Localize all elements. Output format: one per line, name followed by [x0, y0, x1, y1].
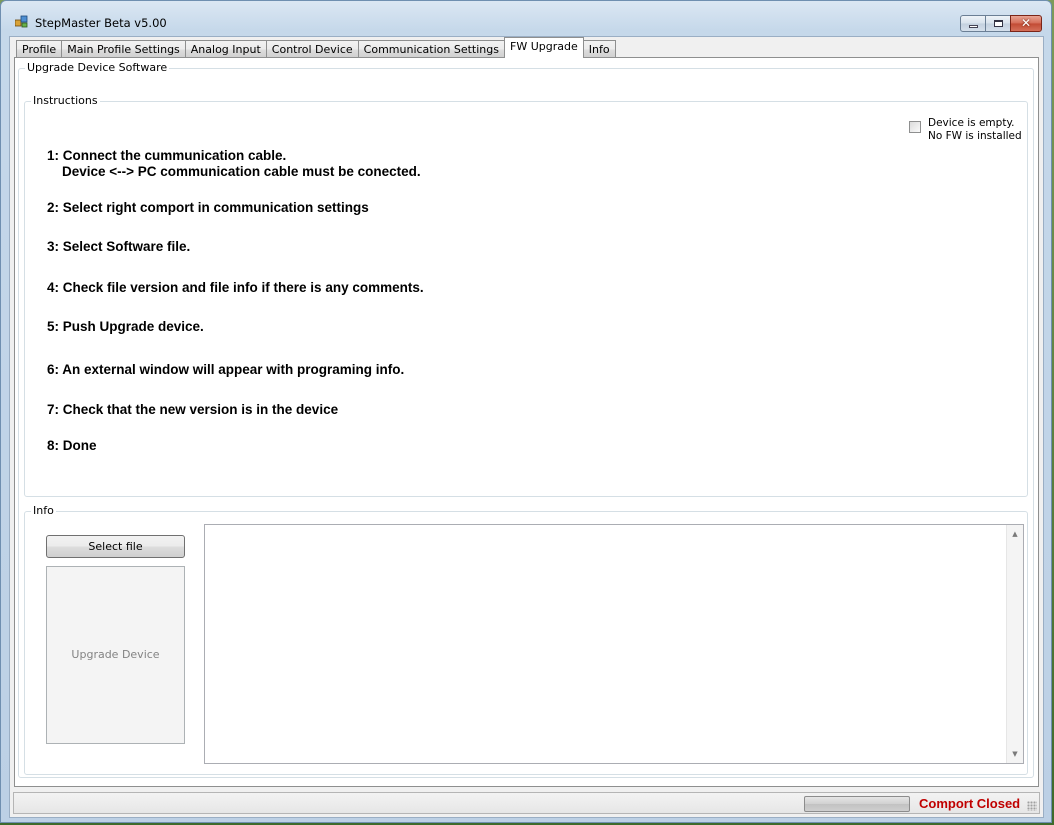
tab-communication-settings[interactable]: Communication Settings	[357, 40, 505, 58]
checkbox-label-line-1: Device is empty.	[928, 117, 1015, 129]
resize-grip-icon[interactable]	[1027, 801, 1037, 811]
status-bar: Comport Closed	[13, 792, 1040, 814]
upgrade-group-title: Upgrade Device Software	[25, 61, 170, 75]
close-icon: ✕	[1020, 16, 1032, 30]
upgrade-device-software-group: Upgrade Device Software Instructions Dev…	[18, 61, 1034, 778]
instruction-step-6: 6: An external window will appear with p…	[47, 362, 405, 377]
instruction-step-7: 7: Check that the new version is in the …	[47, 402, 339, 417]
instruction-step-8: 8: Done	[47, 438, 97, 453]
client-area: Profile Main Profile Settings Analog Inp…	[9, 36, 1044, 818]
app-window-icon	[15, 15, 28, 28]
close-button[interactable]: ✕	[1010, 15, 1042, 32]
tab-info[interactable]: Info	[582, 40, 616, 58]
tab-control-device[interactable]: Control Device	[265, 40, 359, 58]
info-log-scrollbar[interactable]: ▲ ▼	[1006, 525, 1023, 763]
instruction-step-2: 2: Select right comport in communication…	[47, 200, 369, 215]
select-file-button[interactable]: Select file	[46, 535, 185, 558]
scroll-down-icon[interactable]: ▼	[1007, 749, 1023, 759]
minimize-icon	[969, 25, 978, 28]
device-empty-checkbox-box[interactable]	[909, 121, 921, 133]
info-title: Info	[31, 504, 56, 518]
maximize-icon	[994, 20, 1003, 27]
instruction-step-1: 1: Connect the cummunication cable. Devi…	[47, 148, 421, 179]
tab-strip: Profile Main Profile Settings Analog Inp…	[16, 37, 616, 58]
tab-fw-upgrade[interactable]: FW Upgrade	[504, 37, 584, 58]
upgrade-device-button[interactable]: Upgrade Device	[46, 566, 185, 744]
instruction-step-4: 4: Check file version and file info if t…	[47, 280, 424, 295]
progress-bar	[804, 796, 910, 812]
instructions-group: Instructions Device is empty. No FW is i…	[24, 94, 1028, 497]
tab-analog-input[interactable]: Analog Input	[184, 40, 267, 58]
checkbox-label-line-2: No FW is installed	[928, 130, 1022, 142]
window-title: StepMaster Beta v5.00	[35, 16, 167, 30]
info-log-textbox[interactable]: ▲ ▼	[204, 524, 1024, 764]
instruction-step-5: 5: Push Upgrade device.	[47, 319, 204, 334]
title-bar[interactable]: StepMaster Beta v5.00 ✕	[1, 1, 1051, 35]
tab-profile[interactable]: Profile	[16, 40, 63, 58]
app-window: StepMaster Beta v5.00 ✕ Profile Main Pro…	[0, 0, 1052, 823]
device-empty-checkbox[interactable]: Device is empty. No FW is installed	[909, 117, 1022, 143]
info-group: Info Select file Upgrade Device ▲ ▼	[24, 504, 1028, 775]
comport-status: Comport Closed	[919, 796, 1021, 811]
minimize-button[interactable]	[960, 15, 986, 32]
device-empty-checkbox-label[interactable]: Device is empty. No FW is installed	[928, 117, 1022, 143]
maximize-button[interactable]	[985, 15, 1011, 32]
instructions-title: Instructions	[31, 94, 100, 108]
scroll-up-icon[interactable]: ▲	[1007, 529, 1023, 539]
tab-main-profile-settings[interactable]: Main Profile Settings	[61, 40, 186, 58]
instruction-step-3: 3: Select Software file.	[47, 239, 191, 254]
fw-upgrade-page: Upgrade Device Software Instructions Dev…	[14, 57, 1039, 787]
